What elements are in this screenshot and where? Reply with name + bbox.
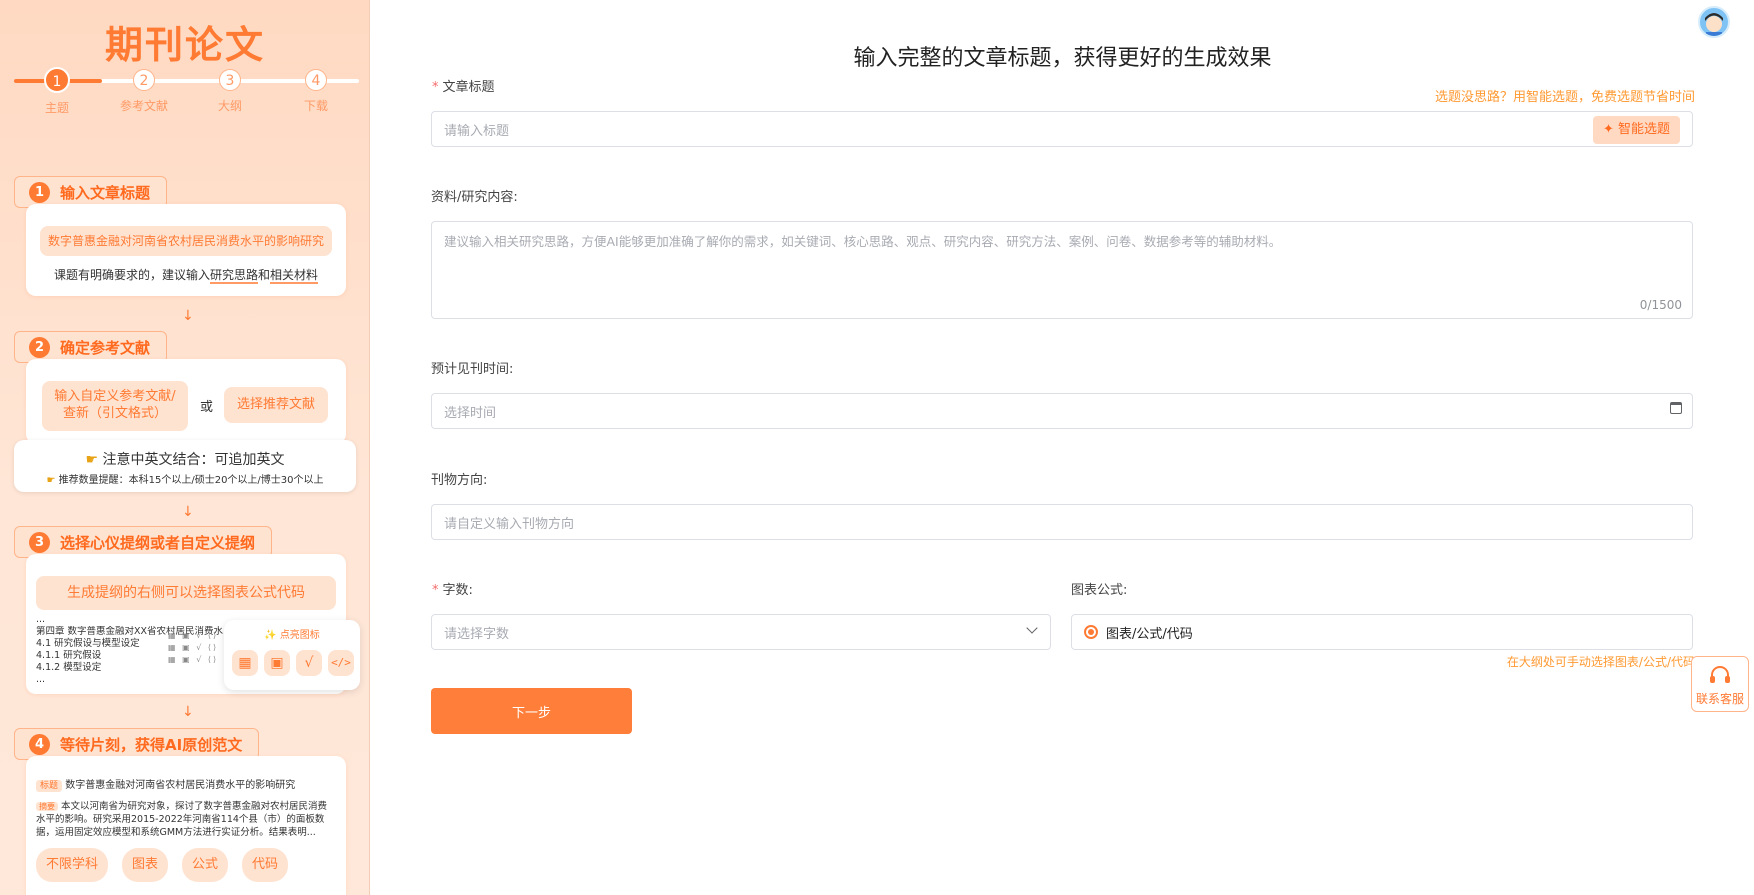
direction-label: 刊物方向: (431, 473, 488, 488)
formula-option[interactable]: 图表/公式/代码 (1071, 614, 1693, 650)
next-button[interactable]: 下一步 (431, 688, 632, 734)
formula-hint: 在大纲处可手动选择图表/公式/代码 (1506, 655, 1695, 669)
wand-icon: ✨ (264, 630, 277, 641)
section2-card: 输入自定义参考文献/查新（引文格式） 或 选择推荐文献 (26, 359, 346, 444)
chevron-down-icon (1026, 622, 1038, 634)
char-counter: 0/1500 (1639, 298, 1682, 312)
direction-input[interactable]: 请自定义输入刊物方向 (431, 504, 1693, 540)
recommend-reference-button[interactable]: 选择推荐文献 (224, 387, 328, 423)
table-icon[interactable]: ▦ (232, 650, 258, 676)
title-tag: 标题 (36, 780, 63, 792)
reference-note: ☛ 注意中英文结合：可追加英文 ☛ 推荐数量提醒：本科15个以上/硕士20个以上… (14, 440, 356, 492)
customer-service-button[interactable]: 联系客服 (1691, 656, 1749, 712)
page-headline: 输入完整的文章标题，获得更好的生成效果 (853, 46, 1272, 71)
pointing-hand-icon: ☛ (46, 475, 56, 486)
code-icon[interactable]: </> (328, 650, 354, 676)
stepper: 1 主题 2 参考文献 3 大纲 4 下载 (14, 66, 359, 116)
chip-any-subject: 不限学科 (36, 848, 109, 882)
sidebar-title: 期刊论文 (104, 23, 265, 67)
formula-label: 图表公式: (1071, 583, 1128, 598)
section1-card: 数字普惠金融对河南省农村居民消费水平的影响研究 课题有明确要求的，建议输入研究思… (26, 204, 346, 296)
step-topic[interactable]: 1 主题 (27, 66, 87, 116)
step-outline[interactable]: 3 大纲 (200, 66, 260, 114)
required-mark: * (432, 80, 439, 95)
formula-icon[interactable]: √ (296, 650, 322, 676)
outline-tip: 生成提纲的右侧可以选择图表公式代码 (36, 576, 336, 610)
custom-reference-button[interactable]: 输入自定义参考文献/查新（引文格式） (42, 381, 188, 431)
required-mark: * (432, 583, 439, 598)
date-picker[interactable]: 选择时间 (431, 393, 1693, 429)
words-select[interactable]: 请选择字数 (431, 614, 1051, 650)
calendar-icon (1670, 402, 1682, 414)
headset-icon (1710, 666, 1730, 683)
step-references[interactable]: 2 参考文献 (114, 66, 174, 114)
chip-chart: 图表 (122, 848, 169, 882)
radio-icon[interactable] (1084, 625, 1098, 639)
abstract-tag: 摘要 (36, 802, 58, 811)
step-download[interactable]: 4 下载 (286, 66, 346, 114)
smart-topic-button[interactable]: ✦ 智能选题 (1592, 116, 1680, 144)
image-icon[interactable]: ▣ (264, 650, 290, 676)
chip-row: 不限学科 图表 公式 代码 (36, 848, 289, 882)
icon-popup: ✨ 点亮图标 ▦ ▣ √ </> (224, 620, 360, 690)
chip-formula: 公式 (182, 848, 229, 882)
title-label: * 文章标题 (432, 80, 495, 95)
paper-title: 数字普惠金融对河南省农村居民消费水平的影响研究 (65, 780, 296, 791)
section1-tip: 课题有明确要求的，建议输入研究思路和相关材料 (53, 268, 319, 284)
sidebar: 期刊论文 1 主题 2 参考文献 3 大纲 4 下载 1 输入文章标题 数字普惠… (0, 0, 370, 895)
row-icons: ▦ ▣ √ ⟨⟩ ▦ ▣ √ ⟨⟩ ▦ ▣ √ ⟨⟩ (168, 631, 219, 664)
pointing-hand-icon: ☛ (85, 452, 99, 468)
date-label: 预计见刊时间: (431, 362, 514, 377)
arrow-down-icon: ↓ (182, 308, 194, 324)
arrow-down-icon: ↓ (182, 504, 194, 520)
sparkle-icon: ✦ (1602, 122, 1614, 137)
smart-topic-hint[interactable]: 选题没思路？用智能选题，免费选题节省时间 (1435, 86, 1695, 105)
example-title: 数字普惠金融对河南省农村居民消费水平的影响研究 (40, 226, 332, 256)
chip-code: 代码 (242, 848, 289, 882)
content-textarea[interactable]: 建议输入相关研究思路，方便AI能够更加准确了解你的需求，如关键词、核心思路、观点… (431, 221, 1693, 319)
main-form: 输入完整的文章标题，获得更好的生成效果 * 文章标题 选题没思路？用智能选题，免费… (371, 0, 1754, 895)
title-input[interactable]: 请输入标题 ✦ 智能选题 (431, 111, 1693, 147)
words-label: * 字数: (432, 583, 473, 598)
content-label: 资料/研究内容: (431, 190, 518, 205)
section4-card: 标题 数字普惠金融对河南省农村居民消费水平的影响研究 摘要 本文以河南省为研究对… (26, 756, 346, 895)
arrow-down-icon: ↓ (182, 704, 194, 720)
paper-abstract: 摘要 本文以河南省为研究对象，探讨了数字普惠金融对农村居民消费水平的影响。研究采… (36, 801, 328, 838)
